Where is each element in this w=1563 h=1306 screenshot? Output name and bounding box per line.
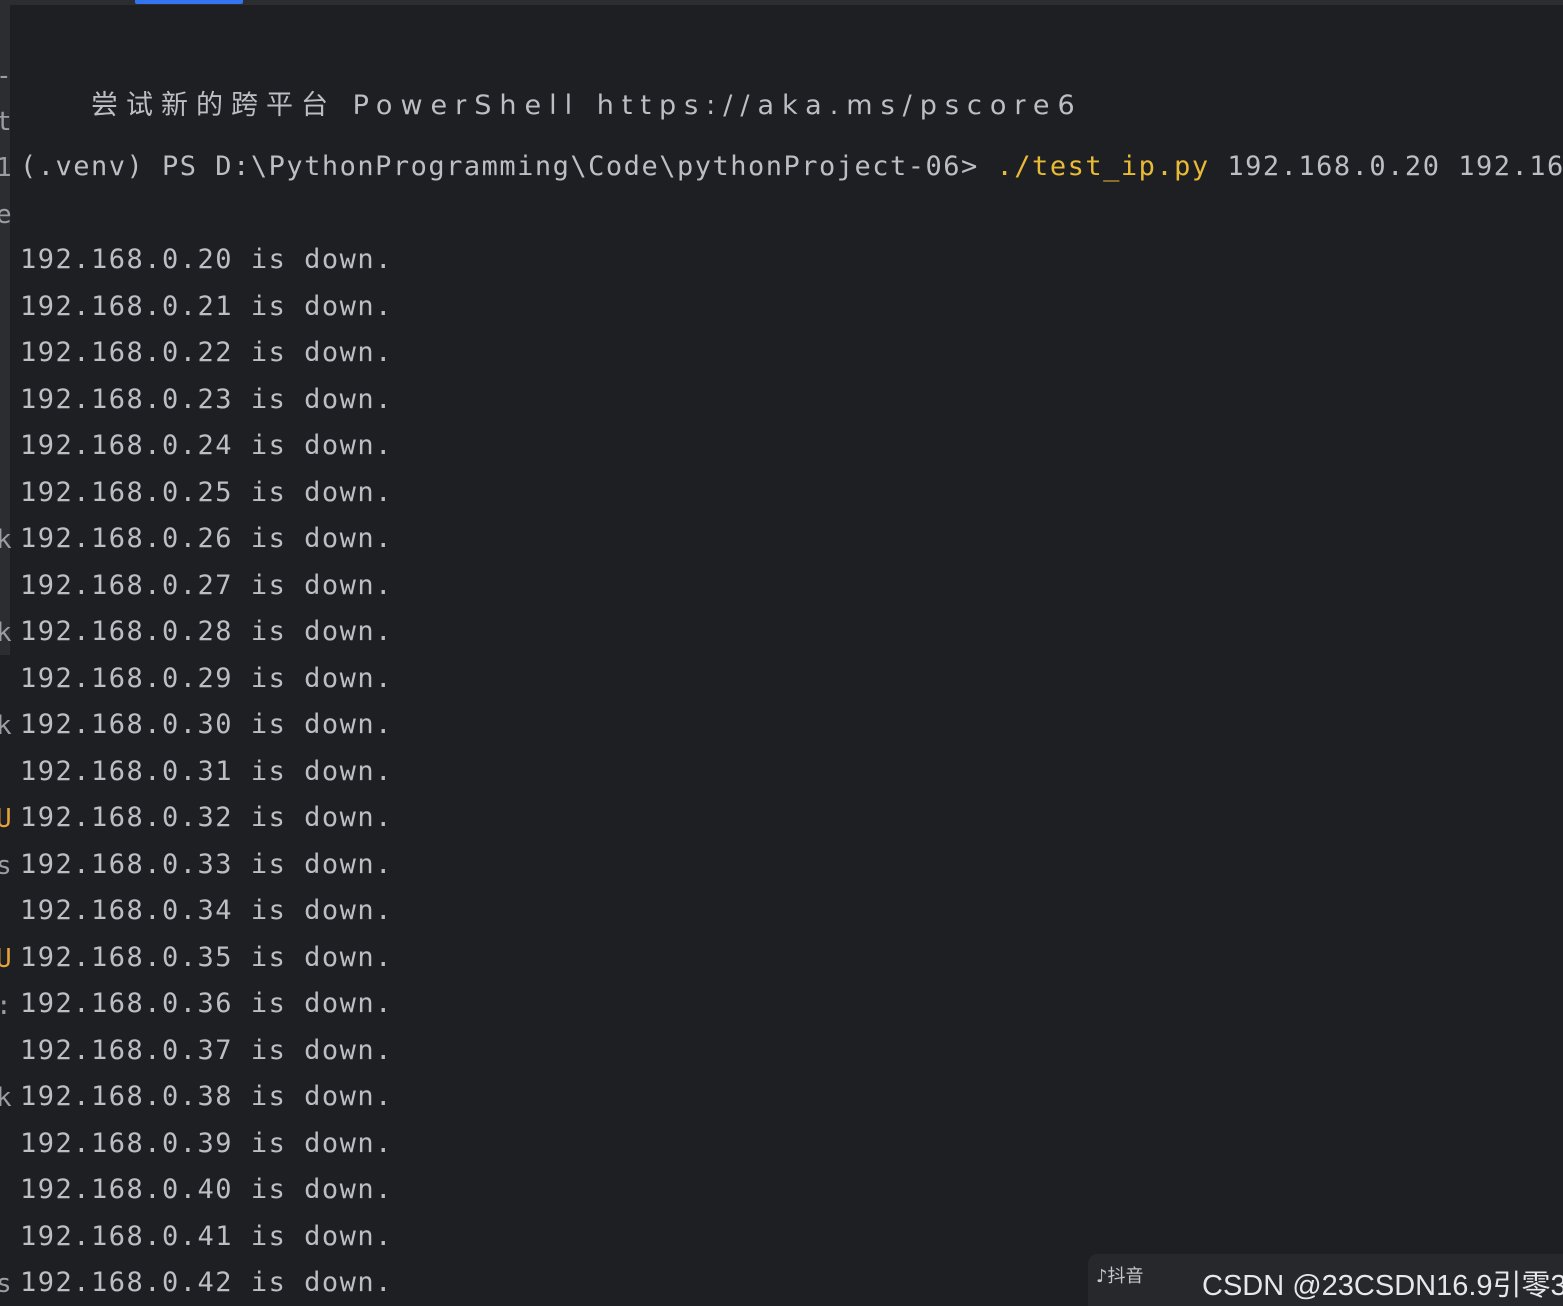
gutter-char: U (0, 944, 12, 974)
watermark: ♪抖音 CSDN @23CSDN16.9引零31 (1088, 1254, 1563, 1306)
gutter-char: s (0, 851, 12, 881)
shell-prompt: (.venv) PS D:\PythonProgramming\Code\pyt… (20, 151, 997, 182)
command-name: ./test_ip.py (996, 151, 1210, 182)
command-args: 192.168.0.20 192.168.0.100 (1227, 151, 1563, 182)
terminal-banner: 尝试新的跨平台 PowerShell https://aka.ms/pscore… (20, 58, 1083, 154)
output-line: 192.168.0.39 is down. (20, 1127, 393, 1159)
terminal-command-line: (.venv) PS D:\PythonProgramming\Code\pyt… (20, 151, 1563, 183)
output-line: 192.168.0.38 is down. (20, 1081, 393, 1112)
editor-gutter: - t 1 e k k k U s U : k s (0, 5, 12, 1306)
output-line: 192.168.0.42 is down. (20, 1267, 393, 1298)
output-line: 192.168.0.27 is down. (20, 569, 393, 601)
terminal-output[interactable]: 尝试新的跨平台 PowerShell https://aka.ms/pscore… (20, 0, 1563, 1306)
output-line: 192.168.0.40 is down. (20, 1174, 393, 1205)
output-line: 192.168.0.22 is down. (20, 337, 393, 368)
output-line: 192.168.0.30 is down. (20, 709, 393, 740)
gutter-char: U (0, 804, 12, 834)
gutter-strip (0, 5, 10, 655)
output-line: 192.168.0.21 is down. (20, 290, 393, 322)
gutter-char: - (0, 63, 12, 89)
output-line: 192.168.0.31 is down. (20, 755, 393, 787)
output-line: 192.168.0.23 is down. (20, 383, 393, 415)
output-line: 192.168.0.25 is down. (20, 476, 393, 508)
gutter-char: s (0, 1269, 12, 1299)
gutter-char: k (0, 1083, 12, 1113)
output-line: 192.168.0.37 is down. (20, 1034, 393, 1066)
watermark-text: CSDN @23CSDN16.9引零31 (1202, 1270, 1563, 1302)
gutter-char: k (0, 711, 12, 741)
banner-text: 尝试新的跨平台 PowerShell https://aka.ms/pscore… (91, 90, 1083, 121)
gutter-char: t (0, 107, 12, 137)
output-line: 192.168.0.34 is down. (20, 895, 393, 926)
gutter-char: e (0, 200, 12, 230)
output-line: 192.168.0.26 is down. (20, 523, 393, 554)
gutter-char: 1 (0, 153, 12, 183)
output-line: 192.168.0.35 is down. (20, 941, 393, 973)
output-line: 192.168.0.36 is down. (20, 988, 393, 1019)
gutter-char: : (0, 993, 12, 1019)
output-line: 192.168.0.29 is down. (20, 662, 393, 694)
output-line: 192.168.0.24 is down. (20, 430, 393, 461)
output-line: 192.168.0.32 is down. (20, 802, 393, 833)
output-line: 192.168.0.28 is down. (20, 616, 393, 647)
output-line: 192.168.0.33 is down. (20, 848, 393, 880)
gutter-char: k (0, 618, 12, 648)
gutter-char: k (0, 525, 12, 555)
douyin-logo-icon: ♪抖音 (1096, 1266, 1144, 1287)
output-line: 192.168.0.20 is down. (20, 244, 393, 275)
output-line: 192.168.0.41 is down. (20, 1220, 393, 1252)
